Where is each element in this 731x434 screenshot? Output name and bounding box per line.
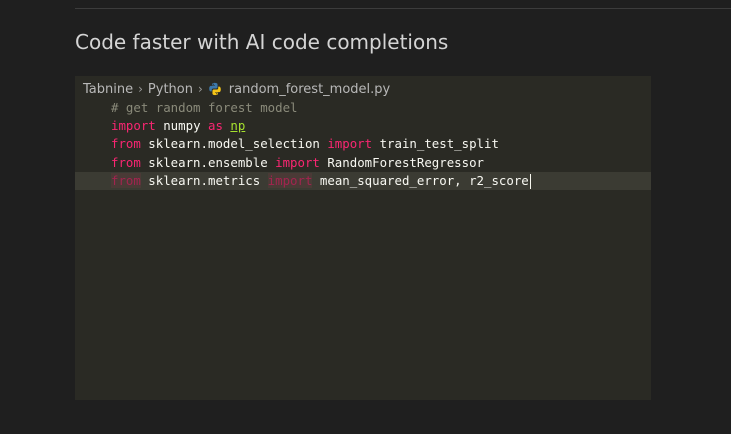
keyword-import: import: [111, 118, 156, 134]
text-cursor: [529, 173, 531, 189]
code-editor[interactable]: Tabnine › Python › random_forest_model.p…: [75, 76, 651, 400]
keyword-import: import: [267, 172, 313, 188]
keyword-import: import: [275, 154, 320, 170]
chevron-right-icon: ›: [197, 82, 203, 96]
code-area[interactable]: # get random forest model import numpy a…: [75, 99, 651, 190]
imported-names: RandomForestRegressor: [319, 154, 485, 170]
module-name: sklearn.ensemble: [140, 154, 276, 170]
module-name: numpy: [155, 118, 208, 134]
breadcrumb-item-python[interactable]: Python: [148, 82, 193, 97]
code-line-5-active: from sklearn.metrics import mean_squared…: [75, 171, 651, 190]
keyword-from: from: [111, 136, 141, 152]
module-name: sklearn.model_selection: [140, 136, 328, 152]
keyword-from: from: [111, 154, 141, 170]
imported-names: train_test_split: [372, 136, 499, 152]
keyword-as: as: [207, 118, 223, 134]
code-line-4: from sklearn.ensemble import RandomFores…: [75, 154, 651, 172]
breadcrumb-item-tabnine[interactable]: Tabnine: [83, 82, 133, 97]
module-name: sklearn.metrics: [140, 172, 268, 188]
code-line-1: # get random forest model: [75, 99, 651, 117]
code-comment: # get random forest model: [111, 100, 298, 115]
section-heading: Code faster with AI code completions: [75, 30, 449, 54]
chevron-right-icon: ›: [138, 82, 143, 96]
alias-name: np: [230, 118, 246, 134]
python-icon: [209, 82, 221, 96]
imported-names: mean_squared_error, r2_score: [312, 172, 529, 188]
page: Code faster with AI code completions Tab…: [0, 0, 731, 434]
breadcrumb: Tabnine › Python › random_forest_model.p…: [83, 81, 390, 97]
top-divider: [75, 8, 731, 9]
keyword-import: import: [327, 136, 373, 152]
keyword-from: from: [111, 172, 141, 188]
breadcrumb-item-file[interactable]: random_forest_model.py: [229, 82, 390, 97]
code-line-3: from sklearn.model_selection import trai…: [75, 135, 651, 153]
code-line-2: import numpy as np: [75, 117, 651, 135]
